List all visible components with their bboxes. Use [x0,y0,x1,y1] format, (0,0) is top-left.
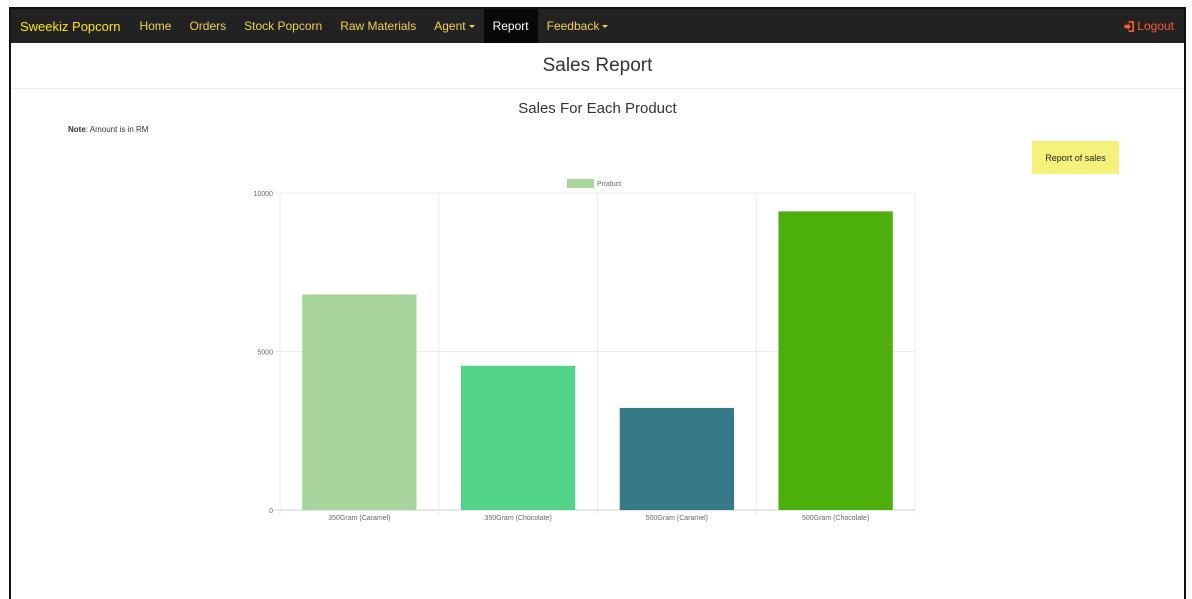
legend-swatch [567,179,594,188]
bar-4 [778,211,893,511]
bar-1 [302,294,417,510]
app-window: Sweekiz Popcorn Home Orders Stock Popcor… [9,7,1186,599]
x-tick-label: 350Gram (Caramel) [328,515,390,522]
legend-label: Product [597,181,621,188]
x-tick-label: 500Gram (Caramel) [646,515,708,522]
y-tick-label: 0 [269,508,273,515]
bar-3 [619,407,735,510]
sales-bar-chart: 0 5000 10000 350Gram (Caramel) 350Gram (Choc… [254,179,916,522]
x-tick-label: 350Gram (Chocolate) [484,515,551,522]
x-tick-label: 500Gram (Chocolate) [802,515,869,522]
y-tick-label: 5000 [257,350,273,357]
y-tick-label: 10000 [254,191,274,198]
bar-2 [460,365,576,510]
